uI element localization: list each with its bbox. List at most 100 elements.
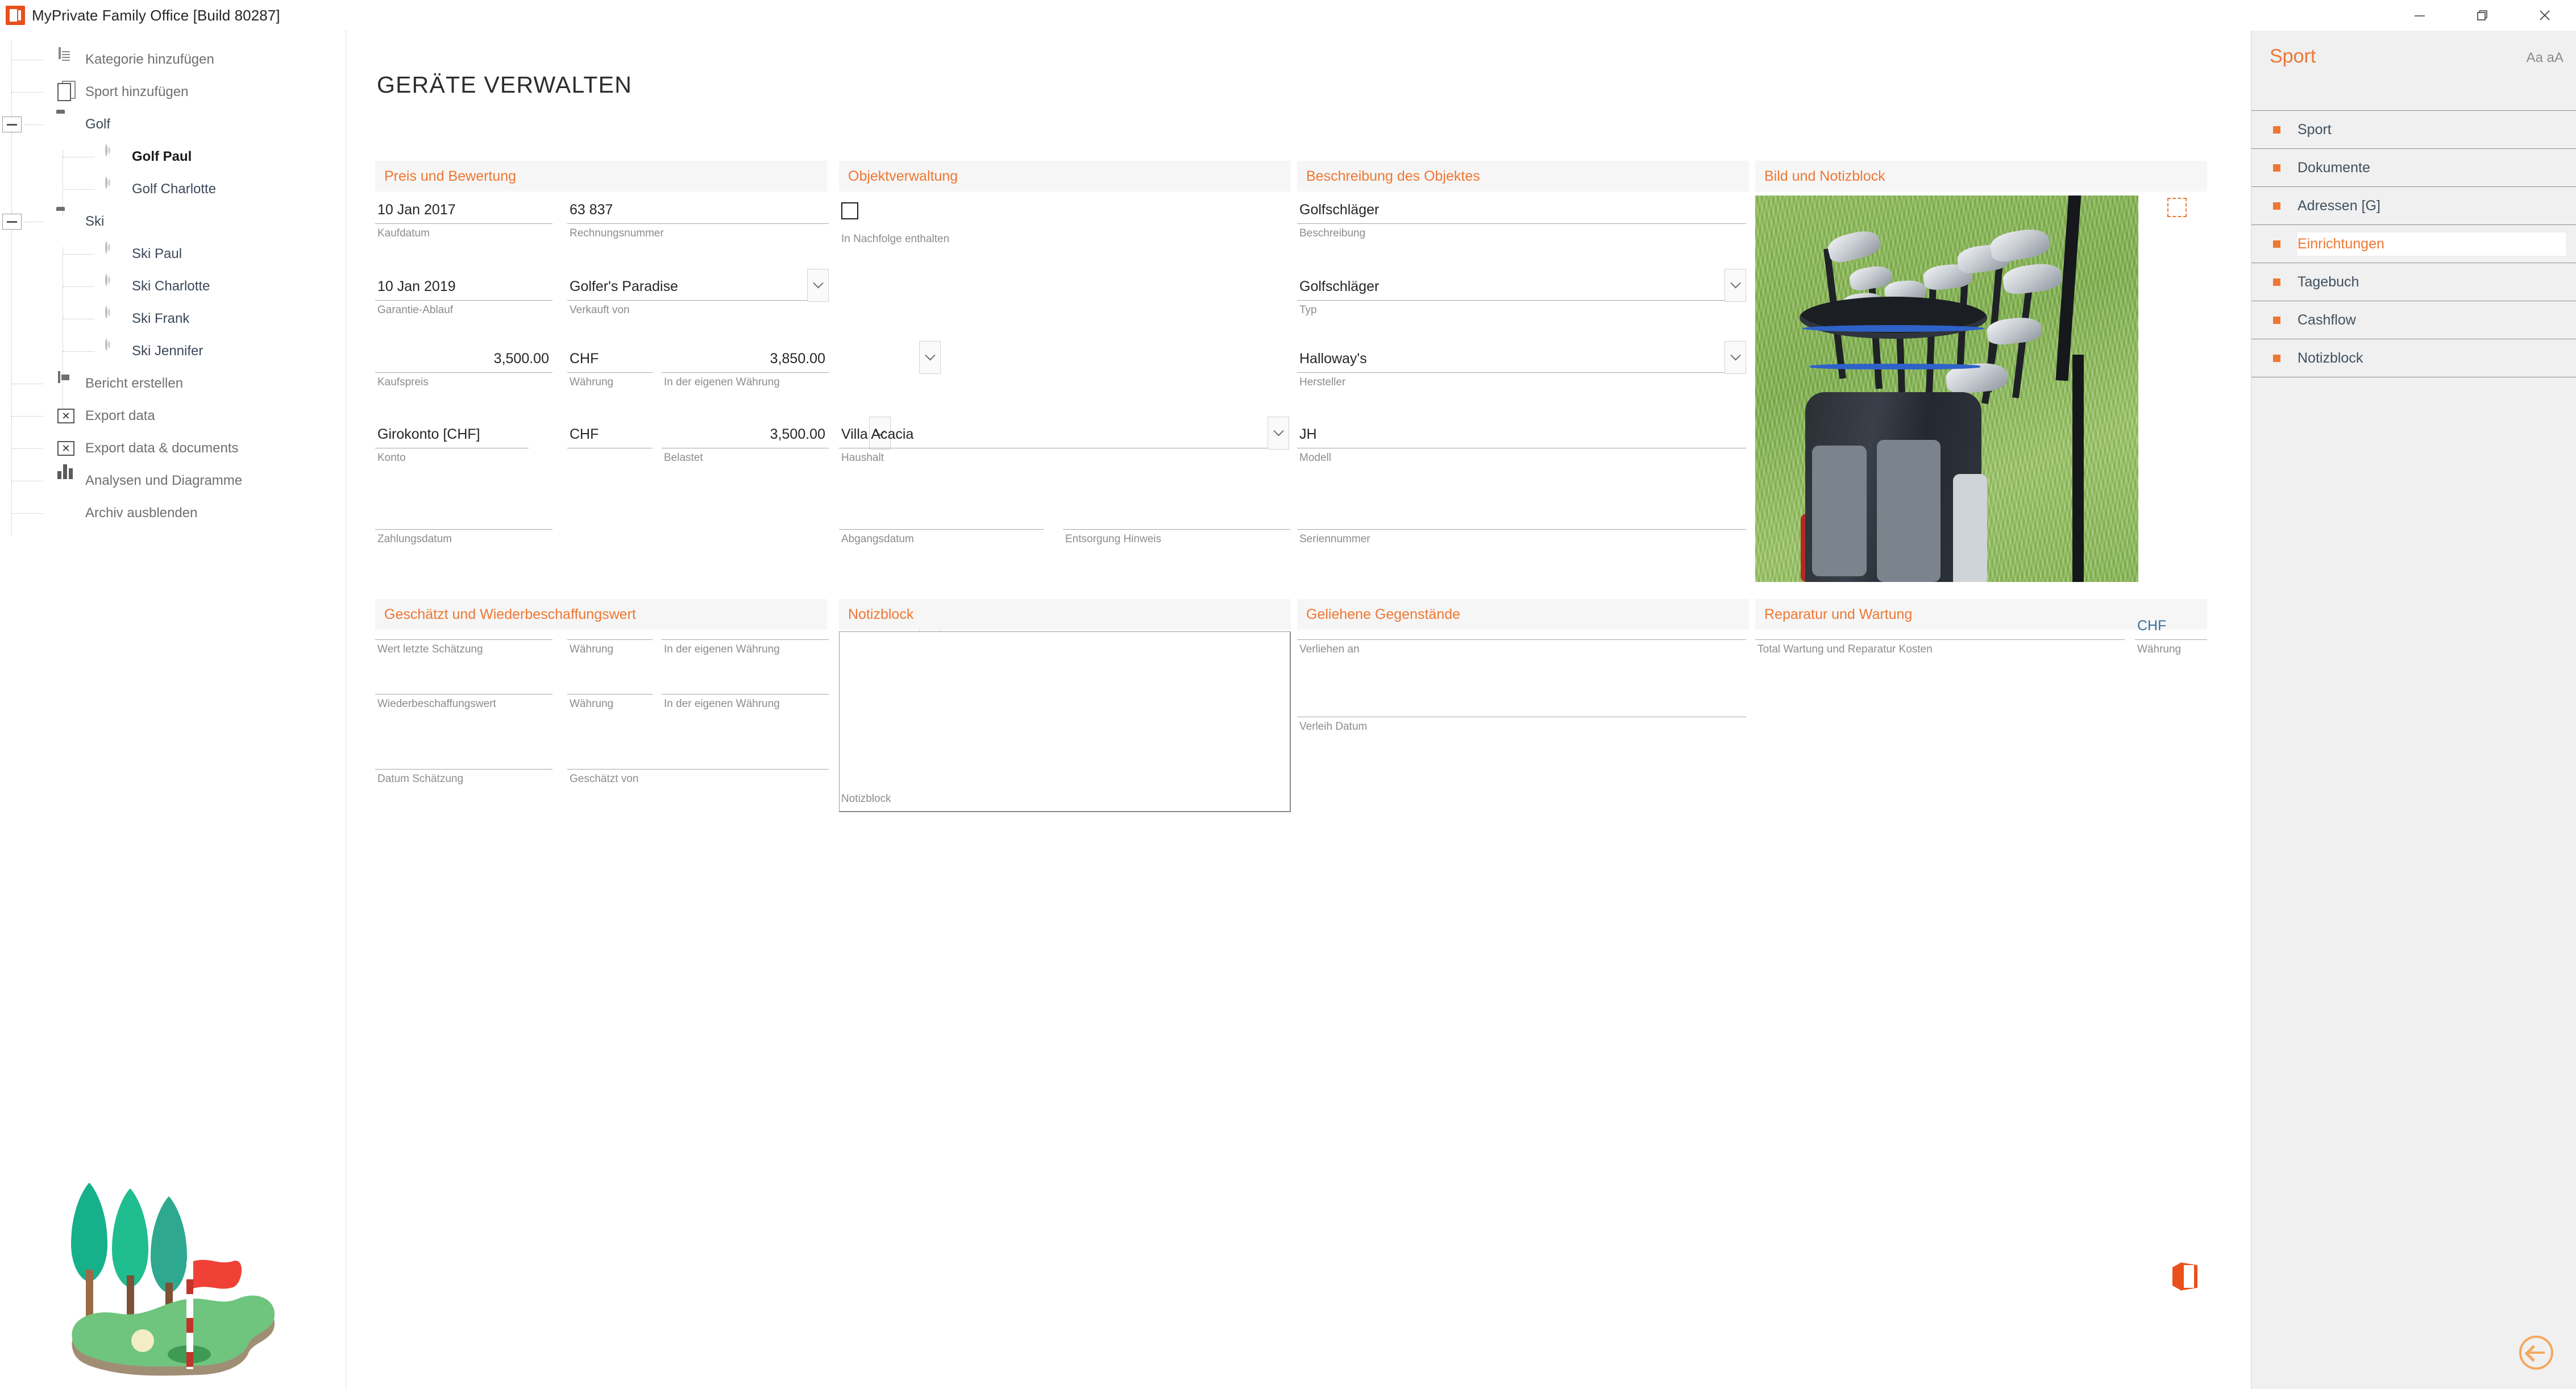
hersteller-dropdown-chevron-down-icon[interactable]	[1725, 341, 1746, 374]
font-size-toggle[interactable]: Aa aA	[2527, 50, 2563, 66]
sidebar-item-export-data-documents[interactable]: ✕ Export data & documents	[0, 432, 346, 464]
field-waehrung-wiederbeschaffung[interactable]: Währung	[567, 666, 653, 710]
typ-dropdown-chevron-down-icon[interactable]	[1725, 269, 1746, 302]
haushalt-dropdown-chevron-down-icon[interactable]	[1268, 417, 1289, 450]
eigene1-value[interactable]	[662, 612, 829, 640]
field-in-eigener-waehrung[interactable]: 3,850.00 In der eigenen Währung	[662, 344, 829, 389]
eigene2-value[interactable]	[662, 666, 829, 694]
belastet-value[interactable]: 3,500.00	[662, 420, 829, 448]
kaufdatum-value[interactable]: 10 Jan 2017	[375, 196, 552, 224]
sidebar-item-golf[interactable]: Golf	[0, 108, 346, 140]
seriennummer-value[interactable]	[1297, 501, 1746, 530]
konto-value[interactable]: Girokonto [CHF]	[375, 420, 529, 448]
restore-icon[interactable]	[2451, 0, 2513, 31]
field-konto[interactable]: Girokonto [CHF] Konto	[375, 420, 529, 464]
sidebar-item-kategorie-hinzufuegen[interactable]: Kategorie hinzufügen	[0, 43, 346, 76]
field-kaufdatum[interactable]: 10 Jan 2017 Kaufdatum	[375, 196, 552, 240]
wiederbeschaffung-value[interactable]	[375, 666, 552, 694]
haushalt-value[interactable]: Villa Acacia	[839, 420, 1271, 448]
sidebar-item-archiv-ausblenden[interactable]: Archiv ausblenden	[0, 497, 346, 529]
field-wiederbeschaffungswert[interactable]: Wiederbeschaffungswert	[375, 666, 552, 710]
field-verkauft-von[interactable]: Golfer's Paradise Verkauft von	[567, 272, 829, 317]
right-panel-item-sport[interactable]: Sport	[2251, 110, 2576, 148]
field-modell[interactable]: JH Modell	[1297, 420, 1746, 464]
kaufspreis-value[interactable]: 3,500.00	[375, 344, 552, 373]
field-typ[interactable]: Golfschläger Typ	[1297, 272, 1746, 317]
field-garantie-ablauf[interactable]: 10 Jan 2019 Garantie-Ablauf	[375, 272, 552, 317]
beschreibung-value[interactable]: Golfschläger	[1297, 196, 1746, 224]
field-eigene-waehrung-schaetzung[interactable]: In der eigenen Währung	[662, 612, 829, 656]
close-icon[interactable]	[2513, 0, 2576, 31]
waehrung1-value[interactable]	[567, 612, 653, 640]
verkauft-von-value[interactable]: Golfer's Paradise	[567, 272, 829, 301]
field-konto-waehrung[interactable]: CHF	[567, 420, 653, 452]
rechnungsnummer-value[interactable]: 63 837	[567, 196, 829, 224]
field-zahlungsdatum[interactable]: Zahlungsdatum	[375, 501, 552, 546]
sidebar-item-ski-jennifer[interactable]: Ski Jennifer	[0, 335, 346, 367]
field-beschreibung[interactable]: Golfschläger Beschreibung	[1297, 196, 1746, 240]
field-waehrung-kauf[interactable]: CHF Währung	[567, 344, 653, 389]
sidebar-item-bericht-erstellen[interactable]: Bericht erstellen	[0, 367, 346, 400]
minimize-icon[interactable]	[2388, 0, 2451, 31]
field-hersteller[interactable]: Halloway's Hersteller	[1297, 344, 1746, 389]
sidebar-item-export-data[interactable]: ✕ Export data	[0, 400, 346, 432]
expand-collapse-icon[interactable]	[2, 116, 22, 132]
golf-clubs-photo[interactable]	[1755, 196, 2138, 582]
sidebar-item-golf-paul[interactable]: Golf Paul	[0, 140, 346, 173]
total-wartung-value[interactable]	[1755, 612, 2125, 640]
wert-letzte-value[interactable]	[375, 612, 552, 640]
sidebar-item-ski-frank[interactable]: Ski Frank	[0, 302, 346, 335]
field-reparatur-waehrung[interactable]: CHF Währung	[2135, 612, 2207, 656]
field-verleih-datum[interactable]: Verleih Datum	[1297, 689, 1746, 733]
field-belastet[interactable]: 3,500.00 Belastet	[662, 420, 829, 464]
modell-value[interactable]: JH	[1297, 420, 1746, 448]
sidebar-item-ski-paul[interactable]: Ski Paul	[0, 238, 346, 270]
verleih-datum-value[interactable]	[1297, 689, 1746, 717]
field-seriennummer[interactable]: Seriennummer	[1297, 501, 1746, 546]
sidebar-item-ski-charlotte[interactable]: Ski Charlotte	[0, 270, 346, 302]
konto-waehrung-value[interactable]: CHF	[567, 420, 653, 448]
sidebar-item-golf-charlotte[interactable]: Golf Charlotte	[0, 173, 346, 205]
right-panel-item-einrichtungen[interactable]: Einrichtungen	[2251, 224, 2576, 263]
abgangsdatum-value[interactable]	[839, 501, 1044, 530]
waehrung-dropdown-chevron-down-icon[interactable]	[919, 341, 941, 374]
field-wert-letzte-schaetzung[interactable]: Wert letzte Schätzung	[375, 612, 552, 656]
field-haushalt[interactable]: Villa Acacia Haushalt	[839, 420, 1271, 464]
field-geschaetzt-von[interactable]: Geschätzt von	[567, 741, 829, 785]
back-arrow-button[interactable]	[2519, 1336, 2553, 1370]
field-eigene-waehrung-wiederbeschaffung[interactable]: In der eigenen Währung	[662, 666, 829, 710]
field-verliehen-an[interactable]: Verliehen an	[1297, 612, 1746, 656]
verliehen-an-value[interactable]	[1297, 612, 1746, 640]
field-entsorgung-hinweis[interactable]: Entsorgung Hinweis	[1063, 501, 1290, 546]
datum-schaetzung-value[interactable]	[375, 741, 552, 770]
expand-collapse-icon[interactable]	[2, 213, 22, 230]
entsorgung-value[interactable]	[1063, 501, 1290, 530]
sidebar-item-sport-hinzufuegen[interactable]: Sport hinzufügen	[0, 76, 346, 108]
reparatur-waehrung-value[interactable]: CHF	[2135, 612, 2207, 640]
field-total-wartung-reparatur[interactable]: Total Wartung und Reparatur Kosten	[1755, 612, 2125, 656]
in-nachfolge-enthalten-checkbox[interactable]	[841, 202, 858, 219]
geschaetzt-von-value[interactable]	[567, 741, 829, 770]
typ-value[interactable]: Golfschläger	[1297, 272, 1746, 301]
field-waehrung-schaetzung[interactable]: Währung	[567, 612, 653, 656]
waehrung-value[interactable]: CHF	[567, 344, 653, 373]
right-panel-item-adressen[interactable]: Adressen [G]	[2251, 186, 2576, 224]
sidebar-item-ski[interactable]: Ski	[0, 205, 346, 238]
right-panel-item-notizblock[interactable]: Notizblock	[2251, 339, 2576, 377]
field-abgangsdatum[interactable]: Abgangsdatum	[839, 501, 1044, 546]
right-panel-item-tagebuch[interactable]: Tagebuch	[2251, 263, 2576, 301]
hersteller-value[interactable]: Halloway's	[1297, 344, 1746, 373]
field-kaufspreis[interactable]: 3,500.00 Kaufspreis	[375, 344, 552, 389]
image-picker-placeholder[interactable]	[2167, 198, 2187, 217]
field-datum-schaetzung[interactable]: Datum Schätzung	[375, 741, 552, 785]
field-rechnungsnummer[interactable]: 63 837 Rechnungsnummer	[567, 196, 829, 240]
right-panel-item-cashflow[interactable]: Cashflow	[2251, 301, 2576, 339]
sidebar-item-analysen-und-diagramme[interactable]: Analysen und Diagramme	[0, 464, 346, 497]
waehrung2-value[interactable]	[567, 666, 653, 694]
notizblock-textarea[interactable]	[839, 631, 1291, 812]
verkauft-von-dropdown-chevron-down-icon[interactable]	[807, 269, 829, 302]
right-panel-item-dokumente[interactable]: Dokumente	[2251, 148, 2576, 186]
garantie-value[interactable]: 10 Jan 2019	[375, 272, 552, 301]
eigene-waehrung-value[interactable]: 3,850.00	[662, 344, 829, 373]
zahlungsdatum-value[interactable]	[375, 501, 552, 530]
